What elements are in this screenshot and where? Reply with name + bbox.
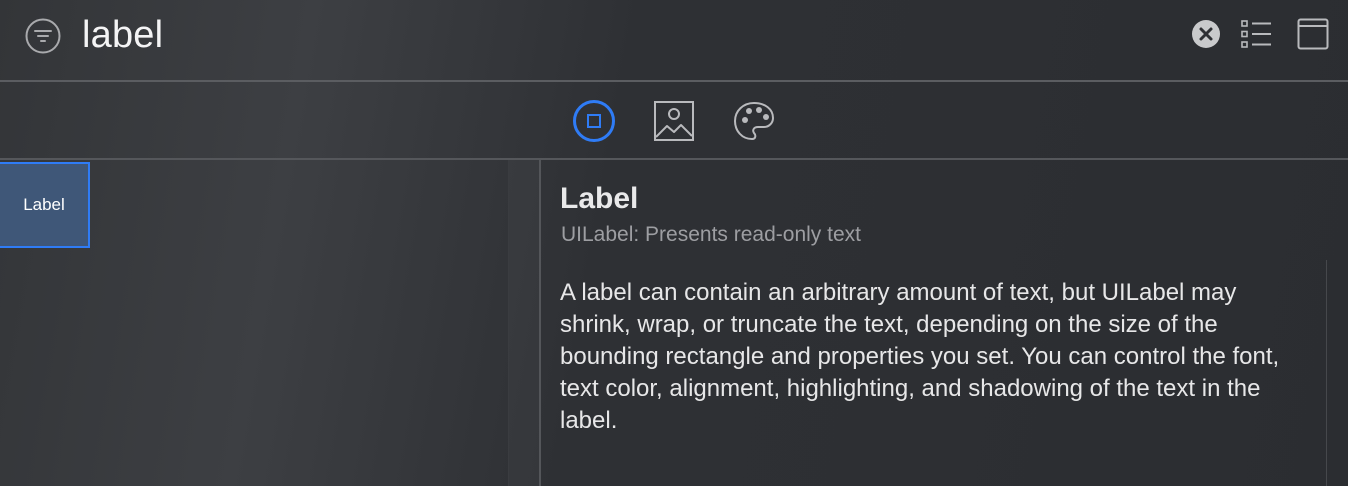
panel-divider[interactable] <box>508 160 541 486</box>
palette-icon[interactable] <box>732 99 776 143</box>
detail-title: Label <box>560 182 639 215</box>
search-input[interactable]: label <box>82 12 163 58</box>
scrollbar-track[interactable] <box>1326 260 1348 486</box>
detail-description: A label can contain an arbitrary amount … <box>560 279 1280 434</box>
library-window: label Label Label UILabel: Presents read… <box>0 0 1348 486</box>
clear-icon[interactable] <box>1191 19 1221 49</box>
library-item-title: Label <box>23 195 65 214</box>
objects-icon[interactable] <box>572 99 616 143</box>
list-view-icon[interactable] <box>1240 19 1272 49</box>
image-icon[interactable] <box>652 99 696 143</box>
filter-icon[interactable] <box>24 17 62 55</box>
search-bar: label <box>0 0 1348 82</box>
segment-bar <box>0 82 1348 160</box>
library-item-label[interactable]: Label <box>0 162 90 248</box>
detail-subtitle: UILabel: Presents read-only text <box>561 223 861 246</box>
window-icon[interactable] <box>1297 18 1329 50</box>
